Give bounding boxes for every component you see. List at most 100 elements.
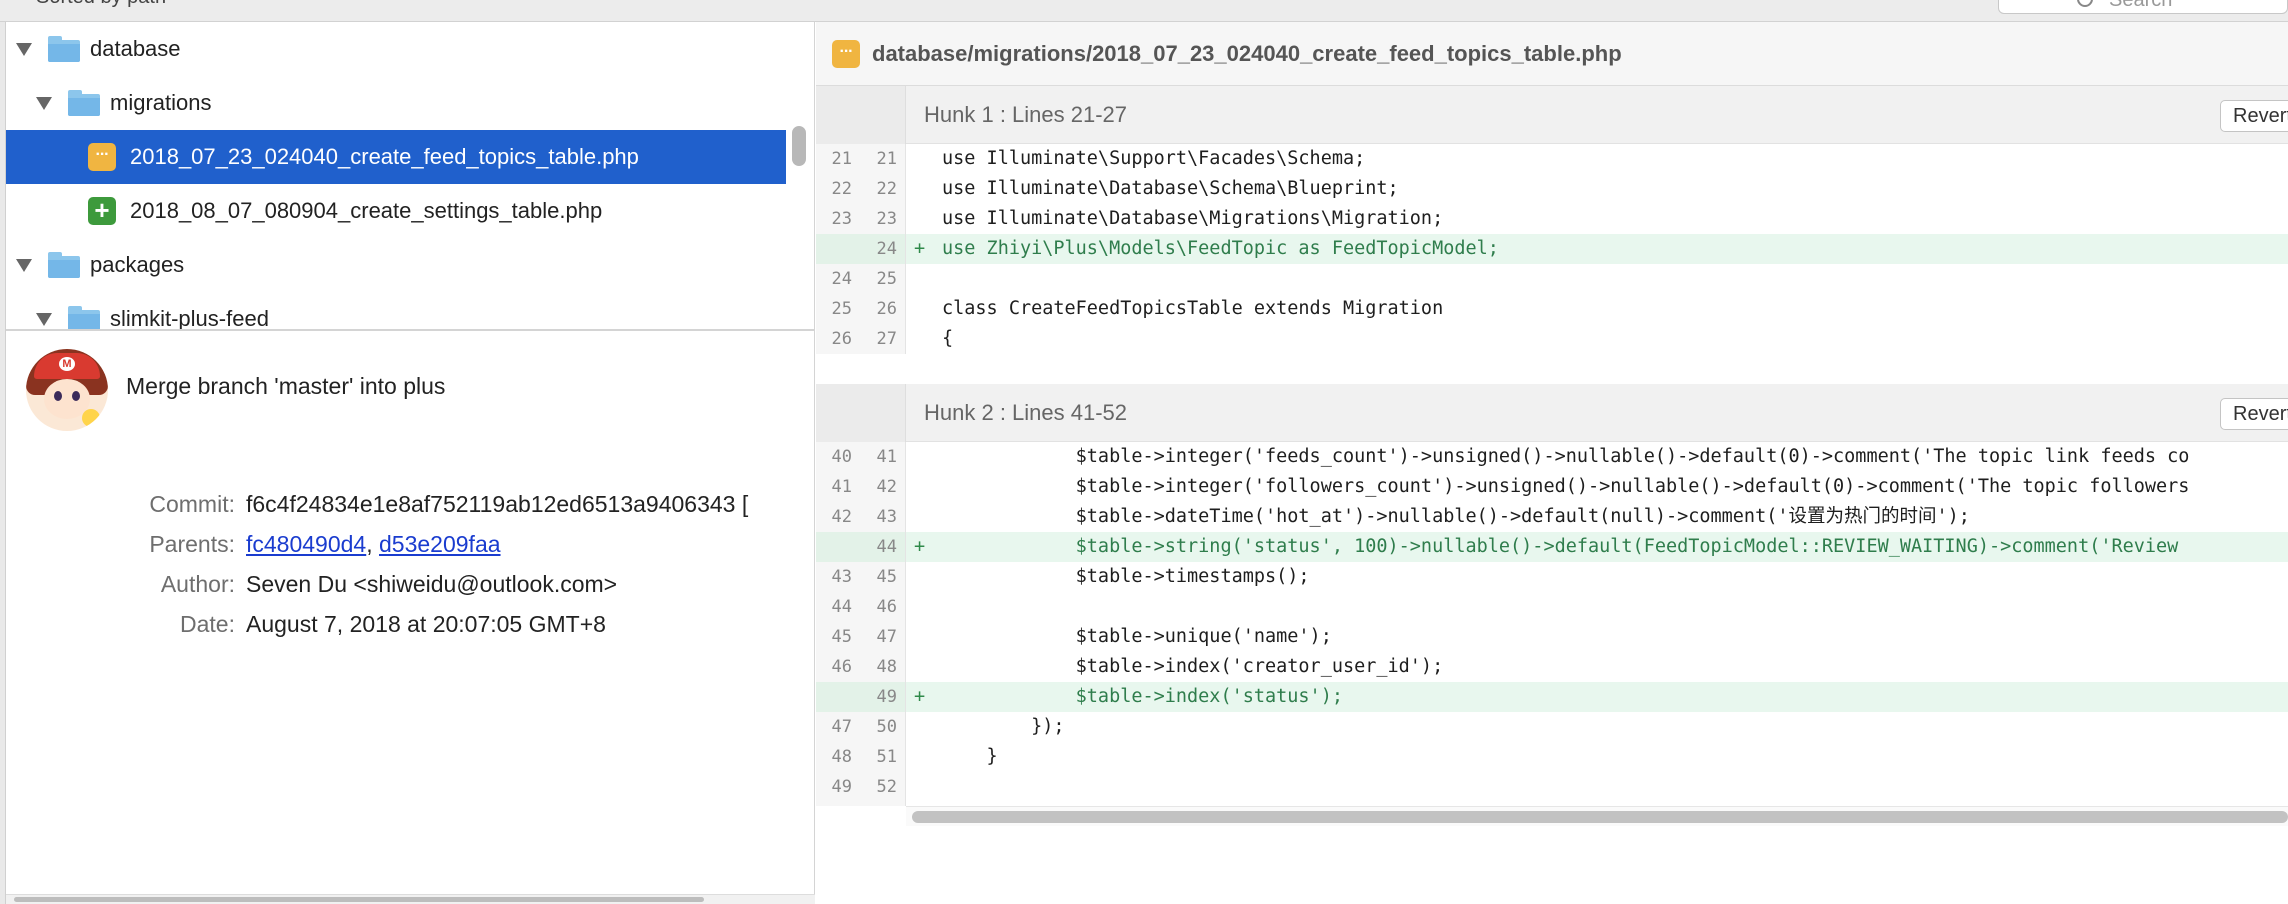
code-text: $table->dateTime('hot_at')->nullable()->…	[942, 506, 1970, 527]
tree-item-database[interactable]: database	[6, 22, 786, 76]
hunk-title: Hunk 1 : Lines 21-27	[924, 102, 1128, 127]
tree-item-label: 2018_07_23_024040_create_feed_topics_tab…	[130, 144, 639, 169]
tree-scrollbar[interactable]	[792, 126, 806, 166]
diff-file-header: ··· database/migrations/2018_07_23_02404…	[816, 22, 2288, 86]
hunk-title: Hunk 2 : Lines 41-52	[924, 400, 1128, 425]
diff-line-context[interactable]: 46 48 $table->index('creator_user_id');	[816, 652, 2288, 682]
tree-item-label: migrations	[110, 90, 212, 115]
parents-value: fc480490d4, d53e209faa	[246, 531, 501, 558]
diff-line-context[interactable]: 44 46	[816, 592, 2288, 622]
diff-line-context[interactable]: 43 45 $table->timestamps();	[816, 562, 2288, 592]
old-line-number: 40	[816, 442, 856, 472]
old-line-number: 26	[816, 324, 856, 354]
search-icon	[2077, 0, 2093, 7]
new-line-number: 22	[856, 174, 906, 204]
tree-item-label: database	[90, 36, 181, 61]
code-text: }	[942, 746, 998, 767]
commit-subject: Merge branch 'master' into plus	[126, 373, 446, 399]
disclosure-triangle-icon[interactable]	[36, 97, 52, 110]
disclosure-triangle-icon[interactable]	[16, 43, 32, 56]
commit-label: Commit:	[149, 491, 235, 517]
commit-details: M Merge branch 'master' into plus Commit…	[6, 331, 815, 904]
diff-pane: ··· database/migrations/2018_07_23_02404…	[816, 22, 2288, 904]
hunk-header: Hunk 2 : Lines 41-52 Revert	[816, 384, 2288, 442]
search-placeholder: Search	[2109, 0, 2173, 11]
date-value: August 7, 2018 at 20:07:05 GMT+8	[246, 611, 606, 637]
tree-item-packages[interactable]: packages	[6, 238, 786, 292]
commit-horizontal-scrollbar[interactable]	[6, 894, 815, 904]
new-line-number: 45	[856, 562, 906, 592]
diff-line-context[interactable]: 23 23 use Illuminate\Database\Migrations\M…	[816, 204, 2288, 234]
new-line-number: 25	[856, 264, 906, 294]
new-line-number: 26	[856, 294, 906, 324]
code-text: class CreateFeedTopicsTable extends Migr…	[942, 298, 1444, 319]
old-line-number: 24	[816, 264, 856, 294]
old-line-number: 47	[816, 712, 856, 742]
date-label: Date:	[180, 611, 235, 637]
search-field[interactable]: Search	[1998, 0, 2288, 14]
new-line-number: 49	[856, 682, 906, 712]
date-row: Date: August 7, 2018 at 20:07:05 GMT+8	[6, 611, 815, 651]
old-line-number	[816, 532, 856, 562]
old-line-number	[816, 234, 856, 264]
diff-line-added[interactable]: 44 + $table->string('status', 100)->nulla…	[816, 532, 2288, 562]
new-line-number: 46	[856, 592, 906, 622]
old-line-number: 41	[816, 472, 856, 502]
diff-line-context[interactable]: 47 50 });	[816, 712, 2288, 742]
diff-line-context[interactable]: 42 43 $table->dateTime('hot_at')->nullabl…	[816, 502, 2288, 532]
author-value: Seven Du <shiweidu@outlook.com>	[246, 571, 618, 597]
new-line-number: 47	[856, 622, 906, 652]
code-text: use Illuminate\Support\Facades\Schema;	[942, 148, 1366, 169]
parent-link[interactable]: fc480490d4	[246, 531, 366, 557]
diff-line-context[interactable]: 21 21 use Illuminate\Support\Facades\Schem…	[816, 144, 2288, 174]
diff-line-context[interactable]: 45 47 $table->unique('name');	[816, 622, 2288, 652]
new-line-number: 27	[856, 324, 906, 354]
old-line-number: 46	[816, 652, 856, 682]
tree-item-feed-topics-migration[interactable]: ··· 2018_07_23_024040_create_feed_topics…	[6, 130, 786, 184]
code-text: use Illuminate\Database\Migrations\Migra…	[942, 208, 1444, 229]
new-line-number: 50	[856, 712, 906, 742]
diff-line-context[interactable]: 49 52	[816, 772, 2288, 802]
diff-horizontal-scrollbar[interactable]	[906, 806, 2288, 826]
diff-line-context[interactable]: 22 22 use Illuminate\Database\Schema\Bluep…	[816, 174, 2288, 204]
code-text: $table->string('status', 100)->nullable(…	[942, 536, 2179, 557]
diff-line-context[interactable]: 41 42 $table->integer('followers_count')-…	[816, 472, 2288, 502]
parents-label: Parents:	[149, 531, 235, 557]
folder-icon	[48, 252, 80, 278]
old-line-number: 45	[816, 622, 856, 652]
commit-hash-row: Commit: f6c4f24834e1e8af752119ab12ed6513…	[6, 491, 815, 531]
revert-hunk-button[interactable]: Revert	[2220, 100, 2288, 132]
old-line-number: 48	[816, 742, 856, 772]
hunk-code: 21 21 use Illuminate\Support\Facades\Schem…	[816, 144, 2288, 354]
tree-item-slimkit-plus-feed[interactable]: slimkit-plus-feed	[6, 292, 786, 330]
new-line-number: 21	[856, 144, 906, 174]
added-line-marker: +	[914, 686, 926, 707]
diff-line-context[interactable]: 25 26 class CreateFeedTopicsTable extends …	[816, 294, 2288, 324]
new-line-number: 41	[856, 442, 906, 472]
added-line-marker: +	[914, 238, 926, 259]
left-pane: database migrations ··· 2018_07_23_02404…	[0, 22, 815, 904]
diff-line-added[interactable]: 24 + use Zhiyi\Plus\Models\FeedTopic as Fe…	[816, 234, 2288, 264]
code-text: $table->index('status');	[942, 686, 1343, 707]
new-line-number: 24	[856, 234, 906, 264]
disclosure-triangle-icon[interactable]	[36, 313, 52, 326]
toolbar: Sorted by path Search	[0, 0, 2288, 22]
diff-line-context[interactable]: 26 27 {	[816, 324, 2288, 354]
tree-item-migrations[interactable]: migrations	[6, 76, 786, 130]
diff-line-added[interactable]: 49 + $table->index('status');	[816, 682, 2288, 712]
parent-link[interactable]: d53e209faa	[379, 531, 501, 557]
new-line-number: 48	[856, 652, 906, 682]
diff-file-path: database/migrations/2018_07_23_024040_cr…	[872, 41, 1622, 66]
tree-item-settings-migration[interactable]: + 2018_08_07_080904_create_settings_tabl…	[6, 184, 786, 238]
sort-mode-label[interactable]: Sorted by path	[36, 0, 166, 9]
author-row: Author: Seven Du <shiweidu@outlook.com>	[6, 571, 815, 611]
disclosure-triangle-icon[interactable]	[16, 259, 32, 272]
diff-line-context[interactable]: 40 41 $table->integer('feeds_count')->uns…	[816, 442, 2288, 472]
diff-line-context[interactable]: 24 25	[816, 264, 2288, 294]
folder-icon	[68, 90, 100, 116]
old-line-number: 21	[816, 144, 856, 174]
code-text: $table->timestamps();	[942, 566, 1310, 587]
revert-hunk-button[interactable]: Revert	[2220, 398, 2288, 430]
modified-icon: ···	[88, 143, 116, 171]
diff-line-context[interactable]: 48 51 }	[816, 742, 2288, 772]
